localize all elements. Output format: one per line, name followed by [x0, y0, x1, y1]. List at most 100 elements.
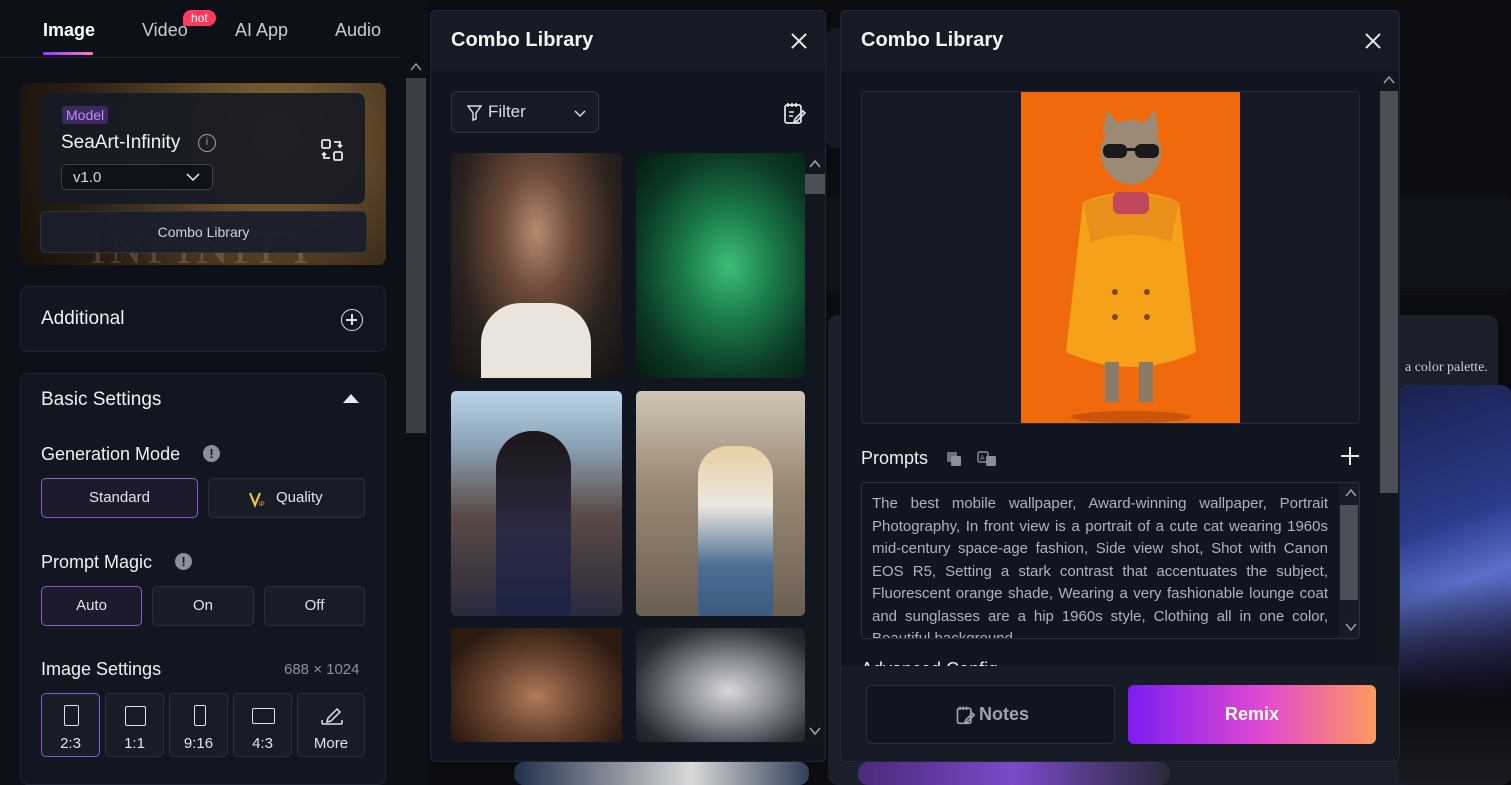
mode-standard-button[interactable]: Standard — [41, 478, 198, 518]
svg-text:A: A — [980, 455, 985, 462]
hot-badge: hot — [183, 10, 216, 26]
ratio-label: 2:3 — [60, 735, 81, 752]
tab-ai-app[interactable]: AI App — [235, 20, 288, 41]
scroll-up-arrow-icon[interactable] — [410, 62, 422, 71]
thumbnail-2[interactable] — [451, 391, 622, 616]
left-sidebar: Image Video hot AI App Audio INFINITY Mo… — [0, 0, 428, 785]
add-circle-icon[interactable] — [341, 309, 363, 331]
background-caption: a color palette. — [1405, 360, 1488, 375]
svg-text:IP: IP — [259, 502, 265, 508]
modal-title: Combo Library — [861, 29, 1004, 51]
version-select[interactable]: v1.0 — [61, 164, 213, 190]
ratio-label: 1:1 — [124, 735, 145, 752]
grid-scroll-thumb[interactable] — [805, 174, 825, 194]
thumbnail-0[interactable] — [451, 153, 622, 378]
tab-image[interactable]: Image — [43, 20, 95, 41]
model-tag: Model — [62, 106, 109, 124]
background-image-bottom-left — [514, 762, 809, 785]
prompts-label: Prompts — [861, 448, 929, 468]
prompt-textarea[interactable]: The best mobile wallpaper, Award-winning… — [861, 482, 1360, 639]
ratio-tall-icon — [194, 705, 206, 726]
thumbnail-5[interactable] — [636, 628, 805, 742]
notes-edit-icon — [956, 706, 975, 725]
ratio-9-16-button[interactable]: 9:16 — [169, 693, 228, 757]
thumbnail-4[interactable] — [451, 628, 622, 742]
prompt-magic-auto-button[interactable]: Auto — [41, 586, 142, 626]
info-icon[interactable]: i — [198, 134, 216, 152]
thumbnail-1[interactable] — [636, 153, 805, 378]
ratio-more-button[interactable]: More — [297, 693, 365, 757]
tab-audio[interactable]: Audio — [335, 20, 381, 41]
help-icon[interactable]: ! — [175, 553, 192, 570]
custom-size-icon — [321, 707, 343, 725]
notes-edit-icon[interactable] — [782, 101, 806, 125]
ratio-portrait-icon — [64, 705, 79, 726]
scroll-up-arrow-icon[interactable] — [1345, 488, 1357, 497]
chevron-down-icon — [186, 173, 200, 182]
close-icon[interactable] — [1363, 31, 1383, 51]
ratio-square-icon — [125, 706, 146, 726]
image-size-readout: 688 × 1024 — [284, 661, 360, 678]
ratio-label: More — [313, 735, 349, 752]
preview-frame — [861, 91, 1360, 424]
additional-panel[interactable]: Additional — [20, 286, 386, 352]
cat-illustration — [1021, 92, 1240, 423]
chevron-down-icon — [574, 110, 586, 118]
scroll-down-arrow-icon[interactable] — [809, 727, 821, 736]
sidebar-scroll-thumb[interactable] — [406, 78, 426, 433]
image-settings-label: Image Settings — [41, 659, 162, 679]
vip-icon: IP — [249, 492, 265, 508]
modal-header: Combo Library — [431, 11, 825, 71]
ratio-1-1-button[interactable]: 1:1 — [105, 693, 164, 757]
notes-label: Notes — [979, 704, 1030, 724]
filter-label: Filter — [488, 102, 526, 121]
copy-icon[interactable] — [946, 451, 962, 467]
version-value: v1.0 — [73, 169, 102, 186]
thumbnail-detail — [481, 303, 591, 378]
scroll-down-arrow-icon[interactable] — [1345, 623, 1357, 632]
grid-scrollbar[interactable] — [805, 155, 825, 745]
combo-library-button[interactable]: Combo Library — [40, 211, 367, 253]
modal-header: Combo Library — [841, 11, 1399, 71]
notes-button[interactable]: Notes — [866, 685, 1115, 744]
detail-scroll-thumb[interactable] — [1380, 91, 1398, 493]
scroll-up-arrow-icon[interactable] — [1383, 75, 1395, 84]
prompt-text: The best mobile wallpaper, Award-winning… — [872, 495, 1328, 639]
model-name: SeaArt-Infinity — [61, 132, 181, 153]
collapse-caret-icon[interactable] — [343, 394, 359, 403]
thumbnail-detail — [496, 431, 571, 616]
mode-quality-button[interactable]: IP Quality — [208, 478, 365, 518]
generation-mode-label: Generation Mode — [41, 444, 181, 464]
preview-image-cat — [1021, 92, 1240, 423]
swap-model-icon[interactable] — [320, 138, 344, 162]
add-prompt-icon[interactable] — [1341, 447, 1359, 465]
prompt-scroll-thumb[interactable] — [1340, 505, 1358, 600]
help-icon[interactable]: ! — [203, 445, 220, 462]
remix-button[interactable]: Remix — [1128, 685, 1376, 744]
prompt-magic-off-button[interactable]: Off — [264, 586, 365, 626]
filter-icon — [467, 105, 482, 121]
scroll-up-arrow-icon[interactable] — [809, 159, 821, 168]
tab-video[interactable]: Video — [142, 20, 188, 41]
prompt-magic-label: Prompt Magic — [41, 552, 153, 572]
mode-quality-label: Quality — [276, 489, 323, 506]
prompt-magic-on-button[interactable]: On — [152, 586, 254, 626]
translate-icon[interactable]: A — [977, 451, 997, 467]
combo-library-detail-modal: Combo Library Prompts A The best mobile … — [840, 10, 1400, 762]
combo-library-grid-modal: Combo Library Filter — [430, 10, 826, 762]
background-image-bottom-mid — [858, 762, 1170, 785]
thumbnail-detail — [698, 446, 773, 616]
ratio-label: 9:16 — [183, 735, 214, 752]
background-image-piano — [1398, 580, 1511, 785]
active-tab-underline — [43, 52, 93, 55]
basic-settings-title: Basic Settings — [41, 389, 162, 410]
ratio-4-3-button[interactable]: 4:3 — [233, 693, 292, 757]
filter-dropdown[interactable]: Filter — [451, 91, 599, 133]
ratio-2-3-button[interactable]: 2:3 — [41, 693, 100, 757]
close-icon[interactable] — [789, 31, 809, 51]
modal-title: Combo Library — [451, 29, 594, 51]
ratio-label: 4:3 — [252, 735, 273, 752]
thumbnail-3[interactable] — [636, 391, 805, 616]
ratio-landscape-icon — [252, 708, 275, 724]
additional-title: Additional — [41, 308, 125, 329]
